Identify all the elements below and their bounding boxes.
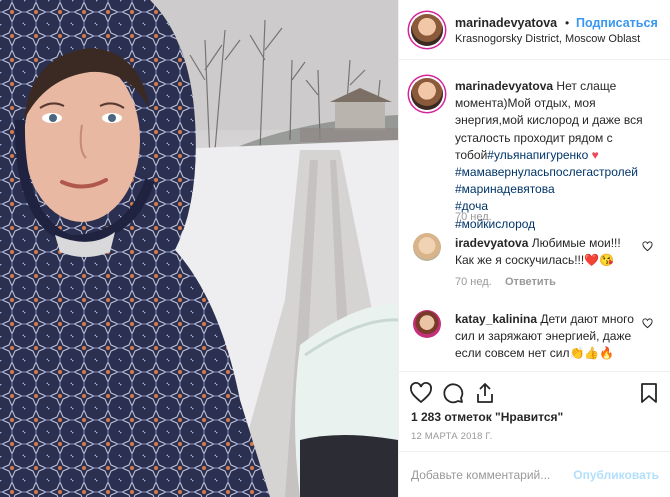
caption-username[interactable]: marinadevyatova xyxy=(455,79,553,93)
post-side-panel: marinadevyatova • Подписаться Krasnogors… xyxy=(398,0,670,497)
hashtag-link[interactable]: #маринадевятова xyxy=(455,181,661,198)
commenter-avatar[interactable] xyxy=(413,310,441,338)
caption-text: marinadevyatova Нет слаще момента)Мой от… xyxy=(455,78,661,233)
heart-emoji-icon: ♥ xyxy=(591,147,599,162)
add-comment-bar: Опубликовать xyxy=(399,451,670,497)
comment-item: katay_kalinina Дети дают много сил и зар… xyxy=(455,311,639,363)
comment-like-icon[interactable] xyxy=(642,318,653,329)
caption-avatar[interactable] xyxy=(411,78,443,110)
comments-section[interactable]: marinadevyatova Нет слаще момента)Мой от… xyxy=(399,61,670,370)
hashtag-link[interactable]: #мамавернулаcьпослегастролей xyxy=(455,164,661,181)
comment-age[interactable]: 70 нед. xyxy=(455,276,492,288)
instagram-post: marinadevyatova • Подписаться Krasnogors… xyxy=(0,0,670,497)
post-location[interactable]: Krasnogorsky District, Moscow Oblast xyxy=(455,33,640,45)
likes-count[interactable]: 1 283 отметок "Нравится" xyxy=(411,410,563,424)
header-separator: • xyxy=(565,16,570,30)
heart-outline-icon[interactable] xyxy=(409,381,433,405)
comment-bubble-icon[interactable] xyxy=(441,381,465,405)
post-comment-button[interactable]: Опубликовать xyxy=(573,468,659,482)
follow-button[interactable]: Подписаться xyxy=(576,16,658,30)
comment-like-icon[interactable] xyxy=(642,241,653,252)
comment-username[interactable]: katay_kalinina xyxy=(455,312,537,326)
commenter-avatar[interactable] xyxy=(413,233,441,261)
selfie-snow-scene xyxy=(0,0,398,497)
comment-item: iradevyatova Любимые мои!!! Как же я сос… xyxy=(455,235,635,269)
caption-age[interactable]: 70 нед. xyxy=(455,211,492,223)
author-username[interactable]: marinadevyatova xyxy=(455,16,557,30)
post-date[interactable]: 12 МАРТА 2018 Г. xyxy=(411,431,492,442)
action-bar xyxy=(399,371,670,407)
post-header: marinadevyatova • Подписаться Krasnogors… xyxy=(399,0,670,60)
author-avatar[interactable] xyxy=(411,14,443,46)
post-photo[interactable] xyxy=(0,0,398,497)
share-arrow-icon[interactable] xyxy=(473,381,497,405)
bookmark-icon[interactable] xyxy=(637,381,661,405)
comment-input[interactable] xyxy=(411,464,591,486)
caption-mention[interactable]: #ульянапигуренко xyxy=(487,148,588,162)
comment-username[interactable]: iradevyatova xyxy=(455,236,528,250)
reply-button[interactable]: Ответить xyxy=(505,276,556,288)
